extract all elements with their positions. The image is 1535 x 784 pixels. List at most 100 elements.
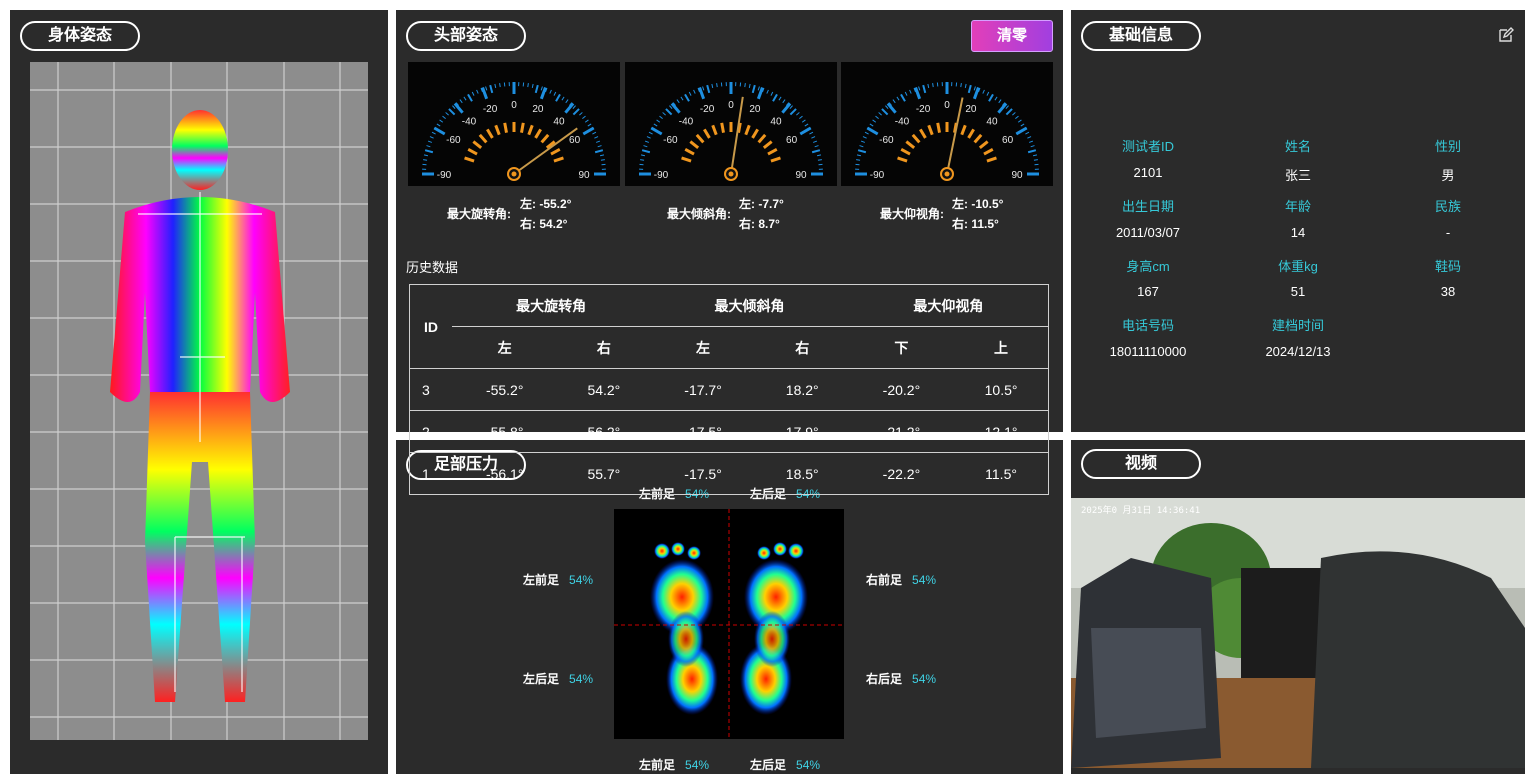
history-title: 历史数据 (406, 260, 459, 275)
table-cell: 56.2° (587, 423, 621, 440)
table-row: 2 -55.8° 56.2° -17.5° 17.9° -21.2° 12.1° (409, 410, 1050, 453)
video-frame-graphic (1071, 498, 1525, 768)
table-cell: 11.5° (954, 452, 1050, 495)
tilt-left-value: 左: -7.7° (739, 197, 784, 211)
rotation-right-value: 右: 54.2° (520, 217, 568, 231)
table-cell: -22.2° (882, 465, 921, 482)
info-key: 电话号码 (1121, 318, 1174, 333)
clear-button[interactable]: 清零 (971, 20, 1053, 52)
table-header-group: 最大旋转角 (452, 284, 651, 327)
table-cell: 55.7° (587, 465, 621, 482)
gauge-tick-label: 20 (965, 104, 977, 115)
table-subheader: 右 (795, 339, 810, 356)
gauge-dial: -90 -60-40 -20 0 20 40 60 90 (855, 82, 1039, 181)
foot-label: 右前足 54% (866, 573, 937, 587)
table-subheader: 下 (894, 339, 909, 356)
foot-pressure-map (614, 509, 844, 739)
info-value: 18011110000 (1109, 344, 1187, 359)
foot-label: 左前足 54% (523, 573, 594, 587)
info-value: 男 (1441, 168, 1455, 183)
foot-label: 右后足 54% (866, 672, 937, 686)
table-cell: 1 (409, 452, 452, 495)
table-cell: -21.2° (882, 423, 921, 440)
info-key: 身高cm (1126, 259, 1170, 274)
gauge-hub-center (944, 171, 950, 177)
info-key: 体重kg (1278, 259, 1318, 274)
table-row: 1 -56.1° 55.7° -17.5° 18.5° -22.2° 11.5° (409, 452, 1050, 495)
panel-title: 基础信息 (1081, 21, 1201, 51)
info-value: 14 (1290, 225, 1306, 240)
table-subheader: 左 (497, 339, 512, 356)
table-subheader: 上 (954, 326, 1050, 369)
info-key: 测试者ID (1121, 139, 1174, 154)
info-value: 167 (1137, 284, 1159, 299)
gauge-tick-label: -60 (446, 135, 461, 146)
info-key: 民族 (1434, 199, 1461, 214)
gauge-tick-label: 90 (578, 170, 590, 181)
table-header-group: 最大倾斜角 (650, 284, 849, 327)
info-value: 2011/03/07 (1115, 225, 1181, 240)
video-feed[interactable]: 2025年0 月31日 14:36:41 (1071, 498, 1525, 768)
gauge-tick-label: -20 (916, 104, 931, 115)
foot-label: 左前足 54% (639, 758, 710, 772)
rotation-gauge: -90 -60 -40 -20 0 20 40 60 90 (408, 62, 620, 186)
edit-icon[interactable] (1498, 27, 1514, 48)
table-cell: 10.5° (954, 368, 1050, 411)
tilt-caption: 最大倾斜角: (667, 207, 731, 221)
gauge-tick-label: -20 (483, 104, 498, 115)
info-key: 鞋码 (1434, 259, 1461, 274)
gauge-tick-label: -40 (895, 116, 910, 127)
table-cell: 12.1° (954, 410, 1050, 453)
table-header-id: ID (409, 284, 452, 369)
foot-pressure-graphic (614, 509, 844, 739)
gauge-tick-label: -40 (679, 116, 694, 127)
gauge-hub-center (728, 171, 734, 177)
table-cell: 2 (409, 410, 452, 453)
gauge-tick-label: 20 (532, 104, 544, 115)
gauge-tick-label: 90 (1011, 170, 1023, 181)
tilt-right-value: 右: 8.7° (739, 217, 780, 231)
video-panel: 视频 2025年0 月31日 14:36:41 (1071, 440, 1525, 774)
info-value: 2101 (1133, 165, 1163, 180)
body-thermal-image (30, 62, 368, 740)
gauge-needle (513, 127, 578, 175)
pitch-values: 左: -10.5° 右: 11.5° (952, 194, 1003, 234)
gauge-tick-label: -20 (700, 104, 715, 115)
info-key: 出生日期 (1121, 199, 1174, 214)
table-cell: 18.2° (785, 381, 819, 398)
gauge-hub-center (511, 171, 517, 177)
table-cell: -56.1° (485, 465, 524, 482)
table-cell: -55.2° (485, 381, 524, 398)
gauge-tick-label: 60 (1002, 135, 1014, 146)
table-cell: -20.2° (882, 381, 921, 398)
basic-info-panel: 基础信息 测试者ID 2101 姓名 张三 性别 男 出生日期 2011/03/… (1071, 10, 1525, 432)
gauge-tick-label: 0 (728, 100, 734, 111)
gauge-dial: -90 -60-40 -20 0 20 40 60 90 (422, 82, 606, 181)
table-row: 3 -55.2° 54.2° -17.7° 18.2° -20.2° 10.5° (409, 368, 1050, 411)
info-value: 51 (1290, 284, 1306, 299)
table-subheader: 右 (596, 339, 611, 356)
rotation-left-value: 左: -55.2° (520, 197, 572, 211)
gauge-tick-label: 0 (944, 100, 950, 111)
body-thermal-graphic (30, 62, 368, 740)
info-key: 建档时间 (1271, 318, 1324, 333)
pitch-caption: 最大仰视角: (880, 207, 944, 221)
gauge-tick-label: 60 (786, 135, 798, 146)
info-value: 张三 (1284, 168, 1311, 183)
tilt-values: 左: -7.7° 右: 8.7° (739, 194, 784, 234)
rotation-caption: 最大旋转角: (447, 207, 511, 221)
panel-title: 视频 (1081, 449, 1201, 479)
pitch-right-value: 右: 11.5° (952, 217, 999, 231)
gauge-tick-label: 0 (511, 100, 517, 111)
history-table: ID 最大旋转角 最大倾斜角 最大仰视角 左 右 左 右 下 上 3 -55.2… (409, 284, 1050, 495)
gauge-tick-label: 90 (795, 170, 807, 181)
table-subheader: 左 (696, 339, 711, 356)
table-cell: -55.8° (485, 423, 524, 440)
table-cell: -17.7° (684, 381, 722, 398)
gauge-dial: -90 -60-40 -20 0 20 40 60 90 (639, 82, 823, 181)
gauge-tick-label: 60 (569, 135, 581, 146)
info-value: - (1445, 225, 1451, 240)
info-key: 姓名 (1284, 139, 1311, 154)
video-timestamp: 2025年0 月31日 14:36:41 (1081, 506, 1201, 516)
pitch-gauge: -90 -60 -40 -20 0 20 40 60 90 (841, 62, 1053, 186)
